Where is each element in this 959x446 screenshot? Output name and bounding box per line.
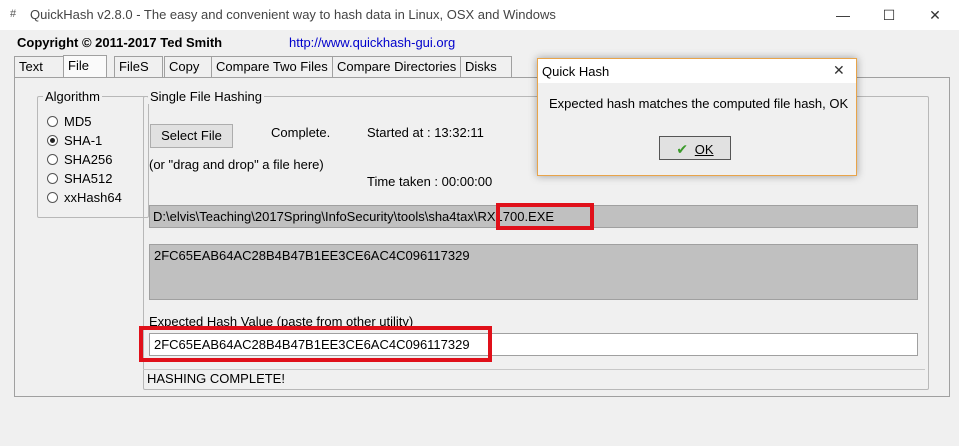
tab-disks[interactable]: Disks	[460, 56, 512, 77]
radio-md5[interactable]: MD5	[47, 112, 122, 131]
dialog-title-bar: Quick Hash ✕	[538, 59, 856, 83]
status-bar: HASHING COMPLETE!	[143, 369, 925, 386]
app-icon: #	[10, 8, 17, 20]
quick-hash-dialog: Quick Hash ✕ Expected hash matches the c…	[537, 58, 857, 176]
checkmark-icon: ✔	[676, 141, 689, 157]
radio-xxhash64[interactable]: xxHash64	[47, 188, 122, 207]
maximize-button[interactable]: ☐	[866, 0, 912, 30]
algorithm-options: MD5 SHA-1 SHA256 SHA512 xxHash64	[47, 112, 122, 207]
single-file-label: Single File Hashing	[148, 89, 265, 104]
radio-sha256[interactable]: SHA256	[47, 150, 122, 169]
window-title: QuickHash v2.8.0 - The easy and convenie…	[30, 7, 556, 22]
dialog-title: Quick Hash	[542, 64, 610, 79]
title-bar: # QuickHash v2.8.0 - The easy and conven…	[0, 0, 959, 30]
tab-files[interactable]: FileS	[114, 56, 163, 77]
copyright-text: Copyright © 2011-2017 Ted Smith	[17, 35, 223, 50]
minimize-button[interactable]: —	[820, 0, 866, 30]
radio-sha512[interactable]: SHA512	[47, 169, 122, 188]
tab-text[interactable]: Text	[14, 56, 64, 77]
tab-compare-two-files[interactable]: Compare Two Files	[211, 56, 334, 77]
expected-hash-highlight	[139, 326, 492, 362]
website-link[interactable]: http://www.quickhash-gui.org	[289, 35, 455, 50]
started-at-text: Started at : 13:32:11	[367, 125, 484, 140]
radio-circle-icon	[47, 192, 58, 203]
radio-sha1[interactable]: SHA-1	[47, 131, 122, 150]
filename-highlight	[496, 203, 594, 230]
computed-hash-field[interactable]: 2FC65EAB64AC28B4B47B1EE3CE6AC4C096117329	[149, 244, 918, 300]
ok-label: OK	[694, 142, 714, 157]
time-taken-text: Time taken : 00:00:00	[367, 174, 493, 189]
algorithm-label: Algorithm	[43, 89, 102, 104]
radio-circle-icon	[47, 173, 58, 184]
dialog-message: Expected hash matches the computed file …	[549, 96, 849, 111]
select-file-button[interactable]: Select File	[150, 124, 233, 148]
radio-circle-icon	[47, 154, 58, 165]
tab-copy[interactable]: Copy	[164, 56, 214, 77]
tab-file[interactable]: File	[63, 55, 107, 78]
ok-button[interactable]: ✔ OK	[659, 136, 731, 160]
radio-circle-icon	[47, 116, 58, 127]
drag-drop-hint: (or "drag and drop" a file here)	[149, 157, 324, 172]
tab-compare-directories[interactable]: Compare Directories	[332, 56, 464, 77]
radio-selected-icon	[47, 135, 58, 146]
dialog-close-icon[interactable]: ✕	[833, 62, 845, 79]
status-text: Complete.	[271, 125, 331, 140]
close-button[interactable]: ✕	[912, 0, 958, 30]
